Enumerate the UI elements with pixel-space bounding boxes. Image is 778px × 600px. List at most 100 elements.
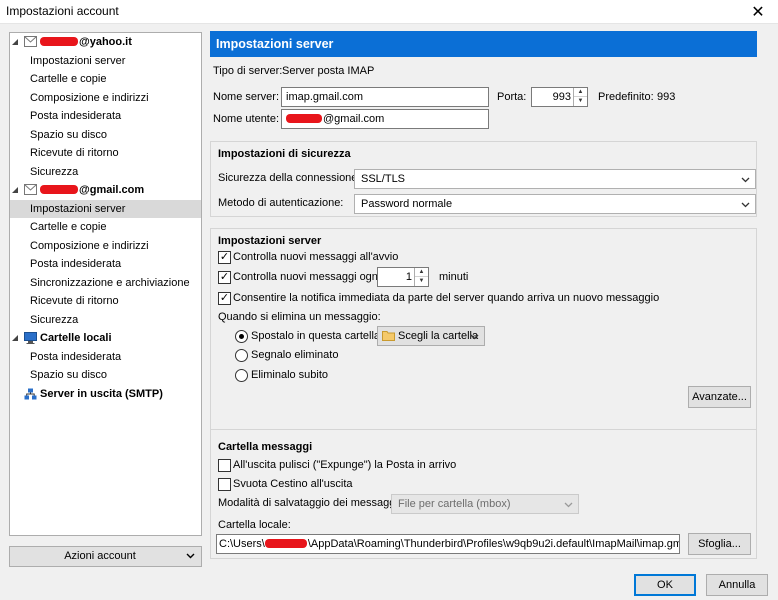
sidebar-item-yahoo-server[interactable]: Impostazioni server [10,52,201,70]
mark-deleted-label: Segnalo eliminato [251,349,339,361]
server-name-input[interactable]: imap.gmail.com [281,87,489,107]
advanced-button[interactable]: Avanzate... [688,386,751,408]
sidebar-item-gmail-composition[interactable]: Composizione e indirizzi [10,237,201,255]
check-interval-stepper[interactable]: 1 ▲ ▼ [377,267,429,287]
server-type-value: Server posta IMAP [282,65,375,77]
account-tree[interactable]: @yahoo.it Impostazioni server Cartelle e… [9,32,202,536]
storage-select: File per cartella (mbox) [391,494,579,514]
check-every-checkbox[interactable]: ✓ [218,271,231,284]
security-title: Impostazioni di sicurezza [218,148,351,160]
storage-label: Modalità di salvataggio dei messaggi: [218,497,401,509]
auth-method-label: Metodo di autenticazione: [218,197,344,209]
mail-account-icon [24,36,37,47]
allow-push-label: Consentire la notifica immediata da part… [233,292,660,304]
window-title: Impostazioni account [6,4,119,18]
chevron-down-icon [564,502,573,508]
username-input[interactable]: @gmail.com [281,109,489,129]
browse-button[interactable]: Sfoglia... [688,533,751,555]
auth-method-select[interactable]: Password normale [354,194,756,214]
message-folder-group: Cartella messaggi All'uscita pulisci ("E… [210,429,757,559]
delete-now-label: Eliminalo subito [251,369,329,381]
page-title: Impostazioni server [210,31,757,57]
chevron-down-icon [186,553,195,559]
connection-security-select[interactable]: SSL/TLS [354,169,756,189]
collapse-icon[interactable] [12,335,19,342]
stepper-up-icon[interactable]: ▲ [574,88,587,97]
delete-now-radio[interactable] [235,369,248,382]
collapse-icon[interactable] [12,39,19,46]
folder-icon [382,331,395,341]
local-folder-label: Cartella locale: [218,519,291,531]
tree-smtp-server[interactable]: Server in uscita (SMTP) [10,385,201,403]
computer-icon [24,332,37,344]
sidebar-item-gmail-sync[interactable]: Sincronizzazione e archiviazione [10,274,201,292]
on-delete-label: Quando si elimina un messaggio: [218,311,381,323]
redaction [40,185,78,194]
sidebar-item-gmail-security[interactable]: Sicurezza [10,311,201,329]
minutes-label: minuti [439,271,469,283]
redaction [286,114,322,123]
check-interval-value: 1 [405,271,412,283]
chevron-down-icon [470,334,479,340]
chevron-down-icon [741,177,750,183]
ok-button[interactable]: OK [634,574,696,596]
sidebar-item-gmail-server[interactable]: Impostazioni server [10,199,201,218]
sidebar-item-gmail-junk[interactable]: Posta indesiderata [10,255,201,273]
username-label: Nome utente: [213,113,280,125]
empty-trash-label: Svuota Cestino all'uscita [233,478,353,490]
redaction [264,539,307,548]
redaction [40,37,78,46]
sidebar-item-yahoo-receipts[interactable]: Ricevute di ritorno [10,144,201,162]
account-actions-button[interactable]: Azioni account [9,546,202,567]
close-icon[interactable]: ✕ [738,0,778,24]
sidebar-item-yahoo-folders[interactable]: Cartelle e copie [10,70,201,88]
sidebar-item-gmail-receipts[interactable]: Ricevute di ritorno [10,292,201,310]
server-type-label: Tipo di server: [213,65,283,77]
account-email: @gmail.com [79,184,145,196]
port-value: 993 [552,91,571,103]
default-port-value: 993 [657,91,676,103]
connection-security-label: Sicurezza della connessione: [218,172,361,184]
network-icon [24,388,37,399]
sidebar-item-yahoo-security[interactable]: Sicurezza [10,163,201,181]
local-folders-label: Cartelle locali [40,332,112,344]
expunge-checkbox[interactable] [218,459,231,472]
expunge-label: All'uscita pulisci ("Expunge") la Posta … [233,459,457,471]
sidebar-item-yahoo-junk[interactable]: Posta indesiderata [10,107,201,125]
check-startup-checkbox[interactable]: ✓ [218,251,231,264]
dialog-body: @yahoo.it Impostazioni server Cartelle e… [0,24,778,600]
tree-account-yahoo[interactable]: @yahoo.it [10,33,201,51]
allow-push-checkbox[interactable]: ✓ [218,292,231,305]
check-startup-label: Controlla nuovi messaggi all'avvio [233,251,399,263]
sidebar-item-local-disk[interactable]: Spazio su disco [10,366,201,384]
sidebar-item-gmail-folders[interactable]: Cartelle e copie [10,218,201,236]
sidebar-item-local-junk[interactable]: Posta indesiderata [10,348,201,366]
stepper-up-icon[interactable]: ▲ [415,268,428,277]
title-bar: Impostazioni account ✕ [0,0,778,24]
server-settings-title: Impostazioni server [218,235,322,247]
chevron-down-icon [741,202,750,208]
server-name-label: Nome server: [213,91,280,103]
empty-trash-checkbox[interactable] [218,478,231,491]
port-stepper[interactable]: 993 ▲ ▼ [531,87,588,107]
mail-account-icon [24,184,37,195]
tree-local-folders[interactable]: Cartelle locali [10,329,201,347]
move-to-folder-radio[interactable] [235,330,248,343]
mark-deleted-radio[interactable] [235,349,248,362]
check-every-label: Controlla nuovi messaggi ogni [233,271,381,283]
stepper-down-icon[interactable]: ▼ [415,277,428,286]
default-port-label: Predefinito: [598,91,654,103]
local-folder-input[interactable]: C:\Users\ \AppData\Roaming\Thunderbird\Pr… [216,534,680,554]
port-label: Porta: [497,91,527,103]
cancel-button[interactable]: Annulla [706,574,768,596]
security-settings-group: Impostazioni di sicurezza Sicurezza dell… [210,141,757,217]
settings-panel: Impostazioni server Tipo di server: Serv… [210,31,757,561]
tree-account-gmail[interactable]: @gmail.com [10,181,201,199]
stepper-down-icon[interactable]: ▼ [574,97,587,106]
sidebar-item-yahoo-disk[interactable]: Spazio su disco [10,126,201,144]
server-settings-group: Impostazioni server ✓ Controlla nuovi me… [210,228,757,437]
message-folder-title: Cartella messaggi [218,441,313,453]
collapse-icon[interactable] [12,187,19,194]
choose-folder-button[interactable]: Scegli la cartella [377,326,485,346]
sidebar-item-yahoo-composition[interactable]: Composizione e indirizzi [10,89,201,107]
